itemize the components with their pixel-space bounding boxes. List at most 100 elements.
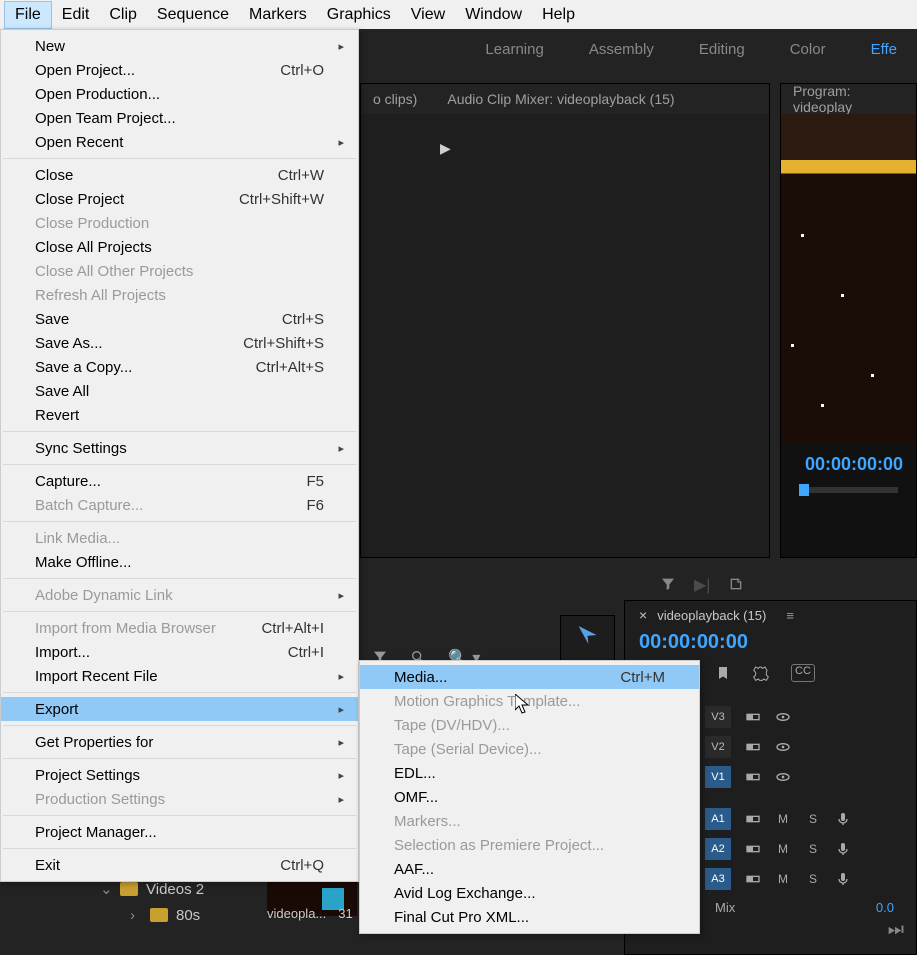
export-item-media[interactable]: Media...Ctrl+M [360,665,699,689]
filter-icon[interactable] [660,575,676,595]
menu-item-import-recent-file[interactable]: Import Recent File▸ [1,664,358,688]
menubar: File Edit Clip Sequence Markers Graphics… [0,0,917,29]
program-scrubber[interactable] [799,487,898,493]
ws-color[interactable]: Color [790,41,826,58]
close-tab-icon[interactable]: × [639,607,647,623]
export-item-final-cut-pro-xml[interactable]: Final Cut Pro XML... [360,905,699,929]
source-tab-1[interactable]: o clips) [373,91,417,107]
menu-graphics[interactable]: Graphics [317,2,401,28]
track-target[interactable]: A1 [705,808,731,830]
tree-item-80s[interactable]: ›80s [0,902,260,928]
program-monitor[interactable] [781,114,916,444]
menu-help[interactable]: Help [532,2,585,28]
menu-item-revert[interactable]: Revert [1,403,358,427]
expand-icon[interactable]: › [130,907,142,924]
collapse-icon[interactable]: ⌄ [100,880,112,898]
panel-menu-icon[interactable]: ≡ [786,608,794,623]
toggle-sync-icon[interactable] [745,841,761,857]
menu-item-close-all-projects[interactable]: Close All Projects [1,235,358,259]
toggle-sync-icon[interactable] [745,811,761,827]
menu-item-save-a-copy[interactable]: Save a Copy...Ctrl+Alt+S [1,355,358,379]
source-panel: o clips) Audio Clip Mixer: videoplayback… [360,83,770,558]
menu-item-sync-settings[interactable]: Sync Settings▸ [1,436,358,460]
voice-over-icon[interactable] [835,811,851,827]
export-item-selection-as-premiere-project: Selection as Premiere Project... [360,833,699,857]
track-target[interactable]: V2 [705,736,731,758]
menu-file[interactable]: File [4,1,52,29]
settings-icon[interactable] [753,664,769,682]
ws-effects[interactable]: Effe [871,41,897,58]
playhead-icon[interactable] [799,484,809,496]
mute-icon[interactable]: M [775,812,791,826]
menu-item-open-project[interactable]: Open Project...Ctrl+O [1,58,358,82]
export-item-edl[interactable]: EDL... [360,761,699,785]
ws-editing[interactable]: Editing [699,41,745,58]
menu-item-save[interactable]: SaveCtrl+S [1,307,358,331]
menu-item-open-team-project[interactable]: Open Team Project... [1,106,358,130]
program-timecode[interactable]: 00:00:00:00 [805,454,916,475]
export-item-avid-log-exchange[interactable]: Avid Log Exchange... [360,881,699,905]
toggle-sync-icon[interactable] [745,709,761,725]
export-item-aaf[interactable]: AAF... [360,857,699,881]
menu-clip[interactable]: Clip [99,2,147,28]
voice-over-icon[interactable] [835,871,851,887]
ws-learning[interactable]: Learning [485,41,543,58]
play-icon[interactable]: ▶ [440,140,451,157]
menu-item-export[interactable]: Export▸ [1,697,358,721]
toggle-sync-icon[interactable] [745,739,761,755]
menu-sequence[interactable]: Sequence [147,2,239,28]
submenu-arrow-icon: ▸ [338,442,344,455]
menu-item-exit[interactable]: ExitCtrl+Q [1,853,358,877]
menu-item-close-project[interactable]: Close ProjectCtrl+Shift+W [1,187,358,211]
track-target[interactable]: V1 [705,766,731,788]
marker-icon[interactable] [715,664,731,682]
menu-item-get-properties-for[interactable]: Get Properties for▸ [1,730,358,754]
menu-window[interactable]: Window [455,2,532,28]
toggle-output-icon[interactable] [775,709,791,725]
menu-item-open-production[interactable]: Open Production... [1,82,358,106]
cc-icon[interactable]: CC [791,664,815,682]
solo-icon[interactable]: S [805,812,821,826]
toggle-sync-icon[interactable] [745,769,761,785]
menu-item-project-settings[interactable]: Project Settings▸ [1,763,358,787]
menu-item-close[interactable]: CloseCtrl+W [1,163,358,187]
menu-item-new[interactable]: New▸ [1,34,358,58]
submenu-arrow-icon: ▸ [338,589,344,602]
menu-markers[interactable]: Markers [239,2,317,28]
source-tab-2[interactable]: Audio Clip Mixer: videoplayback (15) [447,91,674,107]
voice-over-icon[interactable] [835,841,851,857]
mute-icon[interactable]: M [775,842,791,856]
track-target[interactable]: A3 [705,868,731,890]
menu-item-save-all[interactable]: Save All [1,379,358,403]
submenu-arrow-icon: ▸ [338,40,344,53]
menu-item-refresh-all-projects: Refresh All Projects [1,283,358,307]
menu-item-open-recent[interactable]: Open Recent▸ [1,130,358,154]
selection-tool-icon[interactable] [579,626,597,644]
export-frame-icon[interactable] [728,575,744,595]
solo-icon[interactable]: S [805,842,821,856]
menu-edit[interactable]: Edit [52,2,100,28]
toggle-output-icon[interactable] [775,739,791,755]
track-target[interactable]: V3 [705,706,731,728]
toggle-output-icon[interactable] [775,769,791,785]
goto-end-icon[interactable]: ⏭ [888,919,904,940]
program-panel: Program: videoplay 00:00:00:00 [780,83,917,558]
submenu-arrow-icon: ▸ [338,736,344,749]
program-tab[interactable]: Program: videoplay [793,83,904,115]
mix-value[interactable]: 0.0 [876,900,894,915]
mute-icon[interactable]: M [775,872,791,886]
solo-icon[interactable]: S [805,872,821,886]
sequence-tab[interactable]: videoplayback (15) [657,608,766,623]
menu-item-capture[interactable]: Capture...F5 [1,469,358,493]
export-item-omf[interactable]: OMF... [360,785,699,809]
step-icon[interactable]: ▶| [694,575,710,595]
menu-item-save-as[interactable]: Save As...Ctrl+Shift+S [1,331,358,355]
track-target[interactable]: A2 [705,838,731,860]
ws-assembly[interactable]: Assembly [589,41,654,58]
menu-view[interactable]: View [401,2,455,28]
timeline-timecode[interactable]: 00:00:00:00 [625,629,916,656]
toggle-sync-icon[interactable] [745,871,761,887]
menu-item-make-offline[interactable]: Make Offline... [1,550,358,574]
menu-item-project-manager[interactable]: Project Manager... [1,820,358,844]
menu-item-import[interactable]: Import...Ctrl+I [1,640,358,664]
